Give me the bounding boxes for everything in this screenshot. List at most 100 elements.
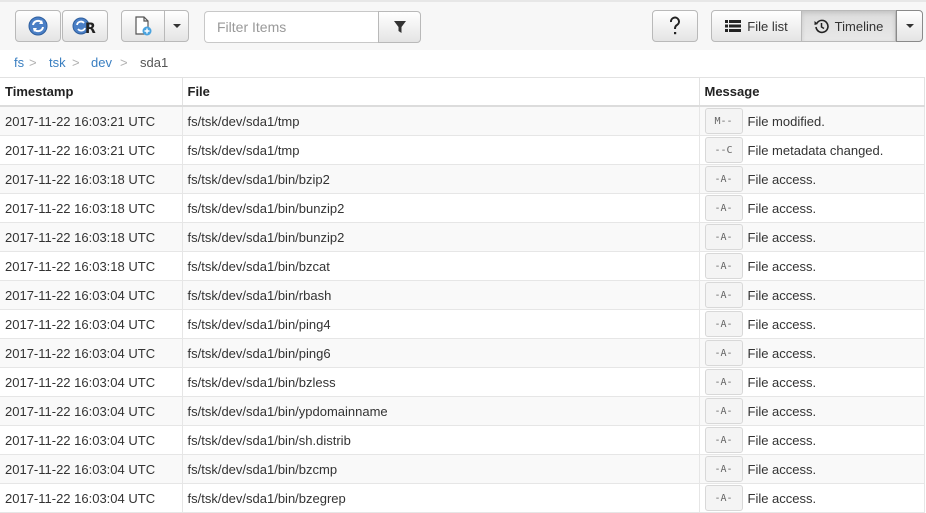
breadcrumb-dev[interactable]: dev xyxy=(91,55,112,70)
toolbar: R Filter Items File list Timeline xyxy=(0,0,926,50)
table-row[interactable]: 2017-11-22 16:03:04 UTC fs/tsk/dev/sda1/b… xyxy=(0,454,925,484)
table-row[interactable]: 2017-11-22 16:03:18 UTC fs/tsk/dev/sda1/b… xyxy=(0,164,925,194)
timestamp-cell: 2017-11-22 16:03:04 UTC xyxy=(0,454,183,484)
table-header-row: Timestamp File Message xyxy=(0,77,925,107)
mac-flag-badge: -A- xyxy=(704,166,743,192)
breadcrumb-tsk[interactable]: tsk xyxy=(49,55,66,70)
message-cell: -A- File access. xyxy=(699,396,925,426)
timestamp-cell: 2017-11-22 16:03:04 UTC xyxy=(0,367,183,397)
mac-flag-badge: --C xyxy=(704,137,743,163)
file-path-cell: fs/tsk/dev/sda1/bin/bzless xyxy=(182,367,700,397)
recursive-refresh-button[interactable]: R xyxy=(62,10,108,42)
file-path-cell: fs/tsk/dev/sda1/bin/bzcat xyxy=(182,251,700,281)
message-cell: -A- File access. xyxy=(699,454,925,484)
message-text: File access. xyxy=(747,258,817,274)
message-text: File access. xyxy=(747,316,817,332)
timeline-label: Timeline xyxy=(834,18,884,34)
table-row[interactable]: 2017-11-22 16:03:18 UTC fs/tsk/dev/sda1/b… xyxy=(0,193,925,223)
message-text: File access. xyxy=(747,287,817,303)
timestamp-cell: 2017-11-22 16:03:21 UTC xyxy=(0,135,183,165)
caret-down-icon xyxy=(172,23,182,29)
message-text: File modified. xyxy=(747,113,825,129)
breadcrumb-separator: > xyxy=(29,55,37,70)
timestamp-cell: 2017-11-22 16:03:18 UTC xyxy=(0,164,183,194)
timeline-table: Timestamp File Message 2017-11-22 16:03:… xyxy=(0,77,925,513)
timeline-view-button[interactable]: Timeline xyxy=(801,10,896,42)
file-path-cell: fs/tsk/dev/sda1/bin/bzcmp xyxy=(182,454,700,484)
message-text: File access. xyxy=(747,345,817,361)
caret-down-icon xyxy=(905,23,915,29)
help-button[interactable] xyxy=(652,10,698,42)
message-cell: -A- File access. xyxy=(699,425,925,455)
mac-flag-badge: -A- xyxy=(704,485,743,511)
message-cell: -A- File access. xyxy=(699,483,925,513)
message-text: File access. xyxy=(747,200,817,216)
file-path-cell: fs/tsk/dev/sda1/bin/bzip2 xyxy=(182,164,700,194)
table-row[interactable]: 2017-11-22 16:03:04 UTC fs/tsk/dev/sda1/b… xyxy=(0,338,925,368)
mac-flag-badge: M-- xyxy=(704,108,743,134)
table-row[interactable]: 2017-11-22 16:03:18 UTC fs/tsk/dev/sda1/b… xyxy=(0,251,925,281)
table-row[interactable]: 2017-11-22 16:03:18 UTC fs/tsk/dev/sda1/b… xyxy=(0,222,925,252)
column-header-file[interactable]: File xyxy=(182,77,700,107)
message-text: File access. xyxy=(747,374,817,390)
view-dropdown-button[interactable] xyxy=(896,10,923,42)
column-header-message[interactable]: Message xyxy=(699,77,925,107)
file-path-cell: fs/tsk/dev/sda1/bin/bzegrep xyxy=(182,483,700,513)
message-text: File access. xyxy=(747,403,817,419)
mac-flag-badge: -A- xyxy=(704,282,743,308)
message-text: File access. xyxy=(747,490,817,506)
mac-flag-badge: -A- xyxy=(704,224,743,250)
timestamp-cell: 2017-11-22 16:03:04 UTC xyxy=(0,338,183,368)
timestamp-cell: 2017-11-22 16:03:04 UTC xyxy=(0,280,183,310)
file-path-cell: fs/tsk/dev/sda1/bin/ping6 xyxy=(182,338,700,368)
message-text: File metadata changed. xyxy=(747,142,884,158)
table-row[interactable]: 2017-11-22 16:03:04 UTC fs/tsk/dev/sda1/b… xyxy=(0,367,925,397)
mac-flag-badge: -A- xyxy=(704,311,743,337)
file-list-view-button[interactable]: File list xyxy=(711,10,802,42)
file-list-label: File list xyxy=(747,18,788,34)
filter-button[interactable] xyxy=(378,11,421,43)
breadcrumb-separator: > xyxy=(72,55,80,70)
table-row[interactable]: 2017-11-22 16:03:21 UTC fs/tsk/dev/sda1/t… xyxy=(0,135,925,165)
breadcrumb-separator: > xyxy=(120,55,128,70)
list-icon xyxy=(725,19,742,33)
question-mark-icon xyxy=(668,16,682,36)
mac-flag-badge: -A- xyxy=(704,398,743,424)
timestamp-cell: 2017-11-22 16:03:18 UTC xyxy=(0,193,183,223)
funnel-icon xyxy=(393,20,407,34)
refresh-button[interactable] xyxy=(15,10,61,42)
table-row[interactable]: 2017-11-22 16:03:04 UTC fs/tsk/dev/sda1/b… xyxy=(0,396,925,426)
svg-text:R: R xyxy=(85,21,96,37)
recursive-refresh-icon: R xyxy=(72,15,98,37)
breadcrumb-fs[interactable]: fs xyxy=(14,55,24,70)
message-cell: -A- File access. xyxy=(699,280,925,310)
table-row[interactable]: 2017-11-22 16:03:21 UTC fs/tsk/dev/sda1/t… xyxy=(0,106,925,136)
table-row[interactable]: 2017-11-22 16:03:04 UTC fs/tsk/dev/sda1/b… xyxy=(0,280,925,310)
table-row[interactable]: 2017-11-22 16:03:04 UTC fs/tsk/dev/sda1/b… xyxy=(0,483,925,513)
table-row[interactable]: 2017-11-22 16:03:04 UTC fs/tsk/dev/sda1/b… xyxy=(0,309,925,339)
message-cell: -A- File access. xyxy=(699,367,925,397)
mac-flag-badge: -A- xyxy=(704,340,743,366)
mac-flag-badge: -A- xyxy=(704,253,743,279)
breadcrumb: fs > tsk > dev > sda1 xyxy=(0,52,926,74)
new-file-icon xyxy=(133,15,153,37)
new-file-button[interactable] xyxy=(121,10,165,42)
table-row[interactable]: 2017-11-22 16:03:04 UTC fs/tsk/dev/sda1/b… xyxy=(0,425,925,455)
timestamp-cell: 2017-11-22 16:03:04 UTC xyxy=(0,483,183,513)
filter-input[interactable] xyxy=(204,11,379,43)
column-header-timestamp[interactable]: Timestamp xyxy=(0,77,183,107)
message-text: File access. xyxy=(747,461,817,477)
message-cell: -A- File access. xyxy=(699,222,925,252)
history-icon xyxy=(814,19,829,34)
mac-flag-badge: -A- xyxy=(704,456,743,482)
file-path-cell: fs/tsk/dev/sda1/tmp xyxy=(182,135,700,165)
timestamp-cell: 2017-11-22 16:03:21 UTC xyxy=(0,106,183,136)
new-file-dropdown-button[interactable] xyxy=(164,10,189,42)
message-cell: -A- File access. xyxy=(699,164,925,194)
timestamp-cell: 2017-11-22 16:03:04 UTC xyxy=(0,425,183,455)
message-cell: -A- File access. xyxy=(699,251,925,281)
timestamp-cell: 2017-11-22 16:03:04 UTC xyxy=(0,396,183,426)
timestamp-cell: 2017-11-22 16:03:18 UTC xyxy=(0,251,183,281)
message-text: File access. xyxy=(747,171,817,187)
mac-flag-badge: -A- xyxy=(704,195,743,221)
